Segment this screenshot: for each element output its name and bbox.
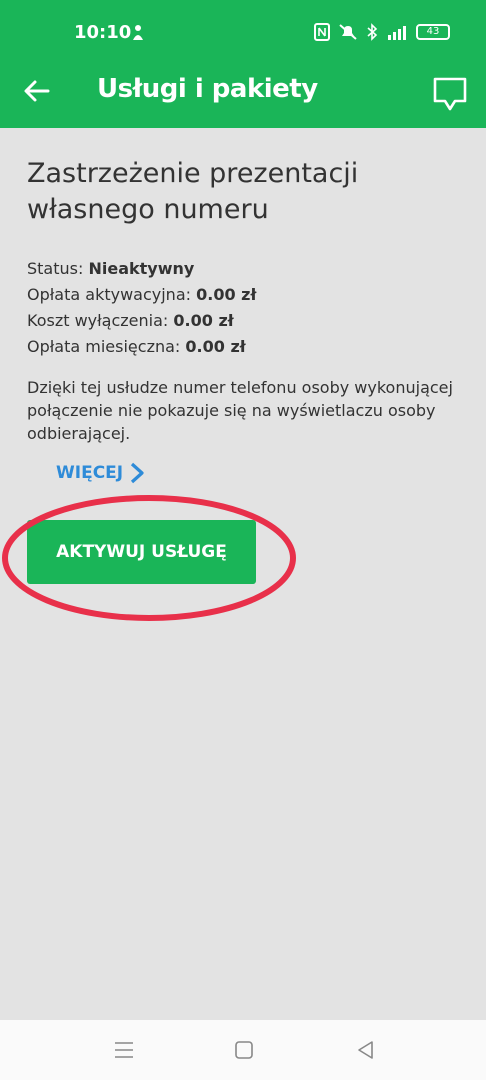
status-time: 10:10: [74, 22, 132, 43]
battery-icon: 43: [416, 24, 450, 40]
bluetooth-icon: [367, 23, 378, 41]
monthly-fee-value: 0.00 zł: [185, 337, 246, 356]
status-value: Nieaktywny: [88, 259, 195, 278]
chat-icon[interactable]: [430, 74, 470, 114]
monthly-fee-row: Opłata miesięczna: 0.00 zł: [27, 337, 246, 356]
status-bar: 10:10 43: [0, 0, 486, 62]
service-description: Dzięki tej usłudze numer telefonu osoby …: [27, 378, 453, 443]
back-arrow-icon[interactable]: [22, 76, 52, 106]
service-title: Zastrzeżenie prezentacji własnego numeru: [27, 158, 359, 225]
activation-fee-value: 0.00 zł: [196, 285, 257, 304]
status-icons: 43: [314, 20, 450, 44]
home-icon[interactable]: [232, 1038, 256, 1062]
app-header: 10:10 43 Usługi i pakiety: [0, 0, 486, 128]
deactivation-cost-row: Koszt wyłączenia: 0.00 zł: [27, 311, 234, 330]
system-nav-bar: [0, 1020, 486, 1080]
menu-icon[interactable]: [112, 1038, 136, 1062]
activate-service-button[interactable]: AKTYWUJ USŁUGĘ: [27, 520, 256, 584]
status-row: Status: Nieaktywny: [27, 259, 195, 278]
deactivation-cost-value: 0.00 zł: [173, 311, 234, 330]
more-link[interactable]: WIĘCEJ: [56, 462, 145, 484]
notification-icon: [133, 25, 143, 40]
mute-icon: [339, 24, 357, 40]
service-fees: Status: Nieaktywny Opłata aktywacyjna: 0…: [27, 256, 467, 360]
lte-signal-icon: [388, 26, 406, 40]
page-title: Usługi i pakiety: [97, 74, 318, 104]
activation-fee-row: Opłata aktywacyjna: 0.00 zł: [27, 285, 257, 304]
service-details: Zastrzeżenie prezentacji własnego numeru…: [27, 156, 467, 445]
more-label: WIĘCEJ: [56, 463, 124, 483]
chevron-right-icon: [131, 462, 144, 484]
back-triangle-icon[interactable]: [354, 1038, 378, 1062]
nfc-icon: [314, 23, 330, 41]
